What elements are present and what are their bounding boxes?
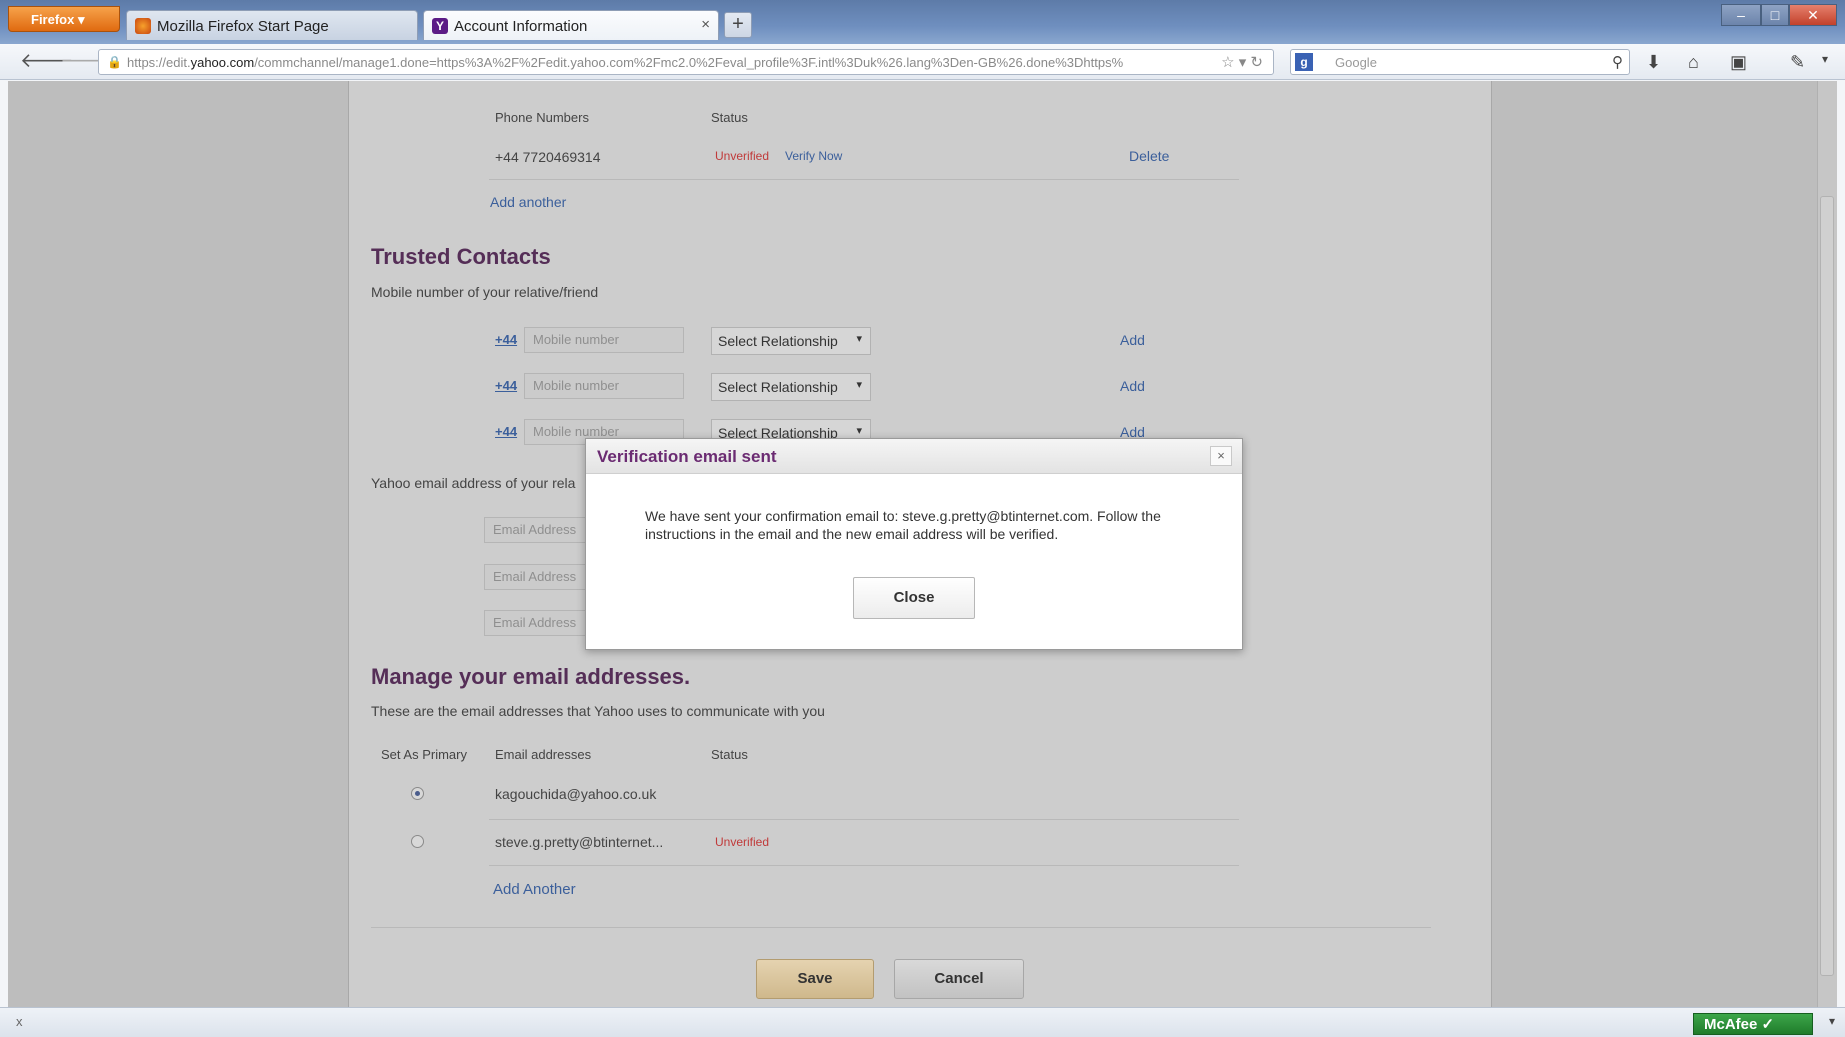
- chevron-down-icon[interactable]: ▾: [1829, 1014, 1835, 1028]
- extension-icon[interactable]: ✎: [1790, 52, 1805, 73]
- set-primary-header: Set As Primary: [381, 747, 467, 762]
- navigation-bar: 🡐 🡒 🔒 https://edit.yahoo.com/commchannel…: [0, 44, 1845, 80]
- trusted-contacts-title: Trusted Contacts: [371, 244, 551, 269]
- manage-emails-title: Manage your email addresses.: [371, 664, 691, 689]
- mobile-number-input[interactable]: Mobile number: [524, 373, 684, 399]
- new-tab-button[interactable]: +: [724, 12, 752, 38]
- primary-radio[interactable]: [411, 835, 424, 848]
- yahoo-icon: Y: [432, 18, 448, 34]
- menu-chevron-icon[interactable]: ▾: [1822, 52, 1828, 66]
- close-tab-icon[interactable]: ×: [701, 16, 710, 33]
- add-contact-link[interactable]: Add: [1120, 332, 1145, 348]
- close-window-icon[interactable]: ✕: [1789, 4, 1837, 26]
- email-address: steve.g.pretty@btinternet...: [495, 834, 664, 850]
- relationship-value: Select Relationship: [718, 333, 838, 349]
- primary-radio[interactable]: [411, 787, 424, 800]
- download-icon[interactable]: ⬇: [1646, 52, 1661, 73]
- tab-title: Mozilla Firefox Start Page: [157, 18, 329, 35]
- phone-status-unverified: Unverified: [715, 149, 770, 163]
- vertical-scrollbar[interactable]: [1817, 81, 1837, 1007]
- dialog-header: Verification email sent ×: [586, 439, 1242, 474]
- phone-number: +44 7720469314: [495, 149, 601, 165]
- window-icon[interactable]: ▣: [1730, 52, 1747, 73]
- dialog-message: We have sent your confirmation email to:…: [645, 508, 1161, 542]
- google-icon: g: [1295, 53, 1313, 71]
- firefox-menu-button[interactable]: Firefox ▾: [8, 6, 120, 32]
- status-close-icon[interactable]: x: [16, 1014, 23, 1029]
- browser-window: Firefox ▾ Mozilla Firefox Start Page Y A…: [0, 0, 1845, 1037]
- search-bar[interactable]: g Google ⚲: [1290, 49, 1630, 75]
- dialog-close-button[interactable]: Close: [853, 577, 975, 619]
- trusted-email-label: Yahoo email address of your rela: [371, 475, 576, 491]
- trusted-contacts-subtitle: Mobile number of your relative/friend: [371, 284, 599, 300]
- relationship-value: Select Relationship: [718, 379, 838, 395]
- chevron-down-icon: ▾: [856, 333, 862, 345]
- add-another-phone-link[interactable]: Add another: [490, 194, 566, 210]
- email-status-unverified: Unverified: [715, 835, 770, 849]
- dialog-close-icon[interactable]: ×: [1210, 446, 1232, 466]
- window-controls: – □ ✕: [1721, 4, 1837, 28]
- status-bar: x McAfee ✓ ▾: [0, 1007, 1845, 1037]
- email-addresses-header: Email addresses: [495, 747, 592, 762]
- country-code[interactable]: +44: [495, 424, 517, 439]
- search-placeholder: Google: [1335, 55, 1377, 70]
- dialog-title: Verification email sent: [597, 447, 777, 466]
- verify-now-link[interactable]: Verify Now: [785, 149, 842, 163]
- home-icon[interactable]: ⌂: [1688, 52, 1699, 73]
- chevron-down-icon: ▾: [856, 379, 862, 391]
- add-contact-link[interactable]: Add: [1120, 378, 1145, 394]
- url-domain: yahoo.com: [190, 55, 255, 70]
- mcafee-label: McAfee: [1704, 1016, 1758, 1033]
- add-another-email-link[interactable]: Add Another: [493, 881, 576, 898]
- phone-numbers-header: Phone Numbers: [495, 110, 589, 125]
- email-address: kagouchida@yahoo.co.uk: [495, 786, 657, 802]
- tab-account-information[interactable]: Y Account Information ×: [423, 10, 719, 40]
- search-icon[interactable]: ⚲: [1612, 53, 1623, 71]
- url-bar[interactable]: 🔒 https://edit.yahoo.com/commchannel/man…: [98, 49, 1274, 75]
- verification-dialog: Verification email sent × We have sent y…: [585, 438, 1243, 650]
- firefox-icon: [135, 18, 151, 34]
- lock-icon: 🔒: [107, 55, 122, 69]
- firefox-menu-label: Firefox: [31, 12, 75, 27]
- divider: [489, 179, 1239, 180]
- country-code[interactable]: +44: [495, 378, 517, 393]
- url-rest: /commchannel/manage1.done=https%3A%2F%2F…: [254, 55, 1124, 70]
- minimize-icon[interactable]: –: [1721, 4, 1761, 26]
- tab-title: Account Information: [454, 18, 588, 35]
- url-prefix: https://edit.: [127, 55, 191, 70]
- cancel-button[interactable]: Cancel: [894, 959, 1024, 999]
- scrollbar-thumb[interactable]: [1820, 196, 1834, 976]
- email-status-header: Status: [711, 747, 748, 762]
- save-button[interactable]: Save: [756, 959, 874, 999]
- mobile-number-input[interactable]: Mobile number: [524, 327, 684, 353]
- bookmark-star-icon[interactable]: ☆ ▾ ↻: [1221, 53, 1263, 71]
- tab-firefox-start[interactable]: Mozilla Firefox Start Page: [126, 10, 418, 40]
- phone-status-header: Status: [711, 110, 748, 125]
- divider: [371, 927, 1431, 928]
- maximize-icon[interactable]: □: [1761, 4, 1789, 26]
- divider: [489, 865, 1239, 866]
- mcafee-badge[interactable]: McAfee ✓: [1693, 1013, 1813, 1035]
- delete-phone-link[interactable]: Delete: [1129, 148, 1169, 164]
- country-code[interactable]: +44: [495, 332, 517, 347]
- relationship-select[interactable]: Select Relationship ▾: [711, 373, 871, 401]
- tab-bar: Firefox ▾ Mozilla Firefox Start Page Y A…: [0, 0, 1845, 44]
- divider: [489, 819, 1239, 820]
- relationship-select[interactable]: Select Relationship ▾: [711, 327, 871, 355]
- manage-emails-subtitle: These are the email addresses that Yahoo…: [371, 703, 825, 719]
- chevron-down-icon: ▾: [856, 425, 862, 437]
